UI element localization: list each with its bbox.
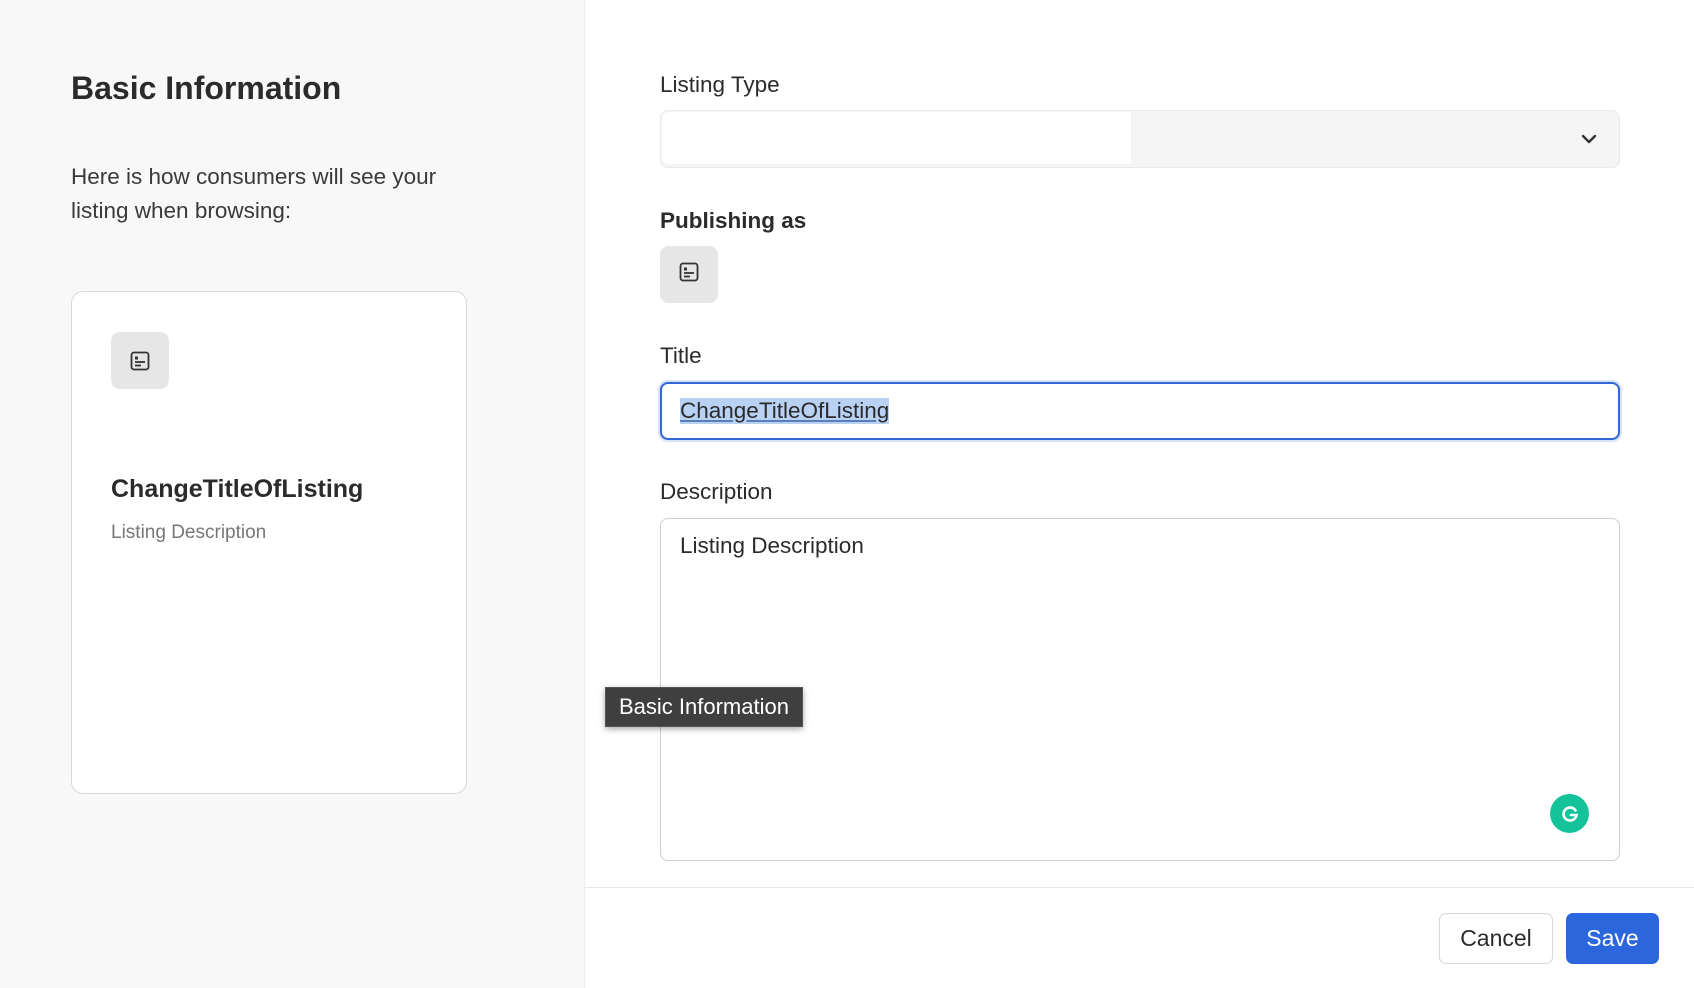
- footer-divider: [585, 887, 1694, 888]
- tooltip: Basic Information: [605, 687, 803, 727]
- description-textarea[interactable]: Listing Description: [660, 518, 1620, 861]
- grammarly-icon[interactable]: [1550, 794, 1589, 833]
- listing-preview-card: ChangeTitleOfListing Listing Description: [71, 291, 467, 794]
- description-value: Listing Description: [680, 533, 864, 558]
- preview-panel: Basic Information Here is how consumers …: [0, 0, 585, 988]
- panel-intro-text: Here is how consumers will see your list…: [71, 164, 437, 223]
- listing-type-select[interactable]: [660, 110, 1620, 168]
- listing-doc-icon: [111, 332, 169, 389]
- listing-type-value: [662, 112, 1131, 164]
- chevron-down-icon: [1579, 129, 1599, 154]
- publishing-as-button[interactable]: [660, 246, 718, 303]
- listing-type-label: Listing Type: [660, 72, 780, 97]
- description-label: Description: [660, 479, 773, 504]
- edit-form: Listing Type Publishing as Title ChangeT…: [585, 0, 1694, 988]
- save-button[interactable]: Save: [1566, 913, 1659, 964]
- cancel-button[interactable]: Cancel: [1439, 913, 1553, 964]
- title-label: Title: [660, 343, 702, 368]
- preview-title: ChangeTitleOfListing: [111, 475, 364, 503]
- preview-description: Listing Description: [111, 522, 267, 543]
- title-input-value: ChangeTitleOfListing: [680, 398, 890, 424]
- publishing-as-label: Publishing as: [660, 208, 807, 233]
- title-input[interactable]: ChangeTitleOfListing: [660, 382, 1620, 440]
- panel-heading: Basic Information: [71, 70, 342, 106]
- listing-doc-icon: [677, 260, 701, 289]
